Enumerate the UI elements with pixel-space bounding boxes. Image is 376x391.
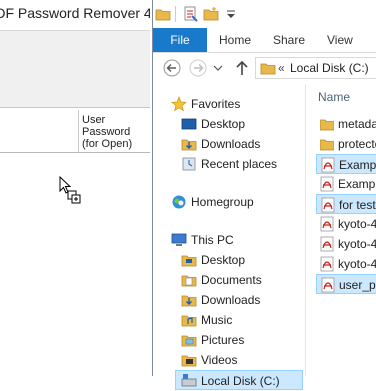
music-folder-icon bbox=[181, 315, 197, 327]
column-user-password[interactable]: User Password (for Open) bbox=[82, 114, 148, 150]
column-name-header[interactable]: Name bbox=[318, 90, 350, 104]
pdf-icon bbox=[321, 197, 335, 213]
tab-home[interactable]: Home bbox=[219, 28, 251, 52]
nav-pc-desktop[interactable]: Desktop bbox=[181, 250, 301, 270]
breadcrumb-overflow[interactable]: « bbox=[278, 58, 285, 78]
ribbon-tabs: File Home Share View bbox=[153, 28, 376, 53]
file-row[interactable]: Example bbox=[316, 154, 376, 174]
folder-icon bbox=[260, 63, 276, 75]
files-grid-header: User Password (for Open) bbox=[0, 110, 150, 153]
titlebar-divider bbox=[175, 6, 176, 22]
address-input[interactable]: « Local Disk (C:) bbox=[255, 57, 376, 79]
up-arrow-icon[interactable] bbox=[235, 60, 249, 76]
breadcrumb-local-disk[interactable]: Local Disk (C:) bbox=[290, 58, 369, 78]
pdf-icon bbox=[320, 236, 334, 252]
nav-recent-places[interactable]: Recent places bbox=[181, 154, 301, 174]
nav-pc-downloads[interactable]: Downloads bbox=[181, 290, 301, 310]
folder-icon bbox=[320, 139, 334, 151]
navigation-pane: Favorites Desktop Downloads Recent place… bbox=[153, 84, 306, 390]
downloads-folder-icon bbox=[181, 295, 197, 307]
nav-music[interactable]: Music bbox=[181, 310, 301, 330]
tab-view[interactable]: View bbox=[327, 28, 353, 52]
nav-this-pc[interactable]: This PC bbox=[171, 230, 301, 250]
tab-file[interactable]: File bbox=[153, 28, 207, 52]
address-bar-row: « Local Disk (C:) bbox=[153, 53, 376, 83]
file-row[interactable]: kyoto-4 bbox=[316, 214, 376, 234]
properties-icon[interactable] bbox=[183, 6, 199, 22]
pdf-remover-window: PDF Password Remover 4dots V2.0 User Pas… bbox=[0, 0, 150, 376]
desktop-icon bbox=[181, 118, 197, 130]
drag-copy-cursor-icon bbox=[59, 176, 81, 204]
nav-pictures[interactable]: Pictures bbox=[181, 330, 301, 350]
file-row[interactable]: for test bbox=[316, 194, 376, 214]
customize-toolbar-icon[interactable] bbox=[223, 6, 239, 22]
toolbar-area bbox=[0, 30, 150, 108]
star-icon bbox=[171, 96, 187, 112]
nav-local-disk[interactable]: Local Disk (C:) bbox=[175, 370, 303, 390]
file-row[interactable]: kyoto-4 bbox=[316, 254, 376, 274]
desktop-folder-icon bbox=[181, 255, 197, 267]
videos-folder-icon bbox=[181, 355, 197, 367]
file-row[interactable]: metada bbox=[316, 114, 376, 134]
pdf-icon bbox=[320, 176, 334, 192]
new-folder-icon[interactable] bbox=[203, 6, 219, 22]
nav-downloads[interactable]: Downloads bbox=[181, 134, 301, 154]
folder-icon bbox=[155, 9, 171, 21]
recent-places-icon bbox=[182, 157, 196, 171]
local-disk-icon bbox=[181, 374, 197, 387]
forward-icon[interactable] bbox=[189, 59, 207, 77]
computer-icon bbox=[171, 233, 187, 246]
file-row[interactable]: kyoto-4 bbox=[316, 234, 376, 254]
pictures-folder-icon bbox=[181, 335, 197, 347]
explorer-titlebar bbox=[153, 0, 376, 28]
recent-locations-icon[interactable] bbox=[213, 63, 223, 73]
downloads-folder-icon bbox=[181, 139, 197, 151]
file-explorer-window: File Home Share View « Local Disk (C:) F… bbox=[152, 0, 376, 390]
column-separator[interactable] bbox=[78, 110, 79, 152]
folder-icon bbox=[320, 119, 334, 131]
tab-share[interactable]: Share bbox=[273, 28, 305, 52]
nav-videos[interactable]: Videos bbox=[181, 350, 301, 370]
pdf-icon bbox=[320, 216, 334, 232]
pdf-icon bbox=[320, 256, 334, 272]
file-row[interactable]: protecte bbox=[316, 134, 376, 154]
pdf-icon bbox=[321, 277, 335, 293]
homegroup-icon bbox=[172, 195, 186, 209]
pdf-icon bbox=[321, 157, 335, 173]
file-list: Name metada protecte Example Example for… bbox=[306, 84, 376, 376]
file-row[interactable]: Example bbox=[316, 174, 376, 194]
nav-documents[interactable]: Documents bbox=[181, 270, 301, 290]
back-icon[interactable] bbox=[163, 59, 181, 77]
nav-homegroup[interactable]: Homegroup bbox=[171, 192, 301, 212]
window-title: PDF Password Remover 4dots V2.0 bbox=[0, 0, 150, 30]
file-row[interactable]: user_pa bbox=[316, 274, 376, 294]
nav-favorites[interactable]: Favorites bbox=[171, 94, 301, 114]
nav-desktop[interactable]: Desktop bbox=[181, 114, 301, 134]
documents-folder-icon bbox=[181, 275, 197, 287]
